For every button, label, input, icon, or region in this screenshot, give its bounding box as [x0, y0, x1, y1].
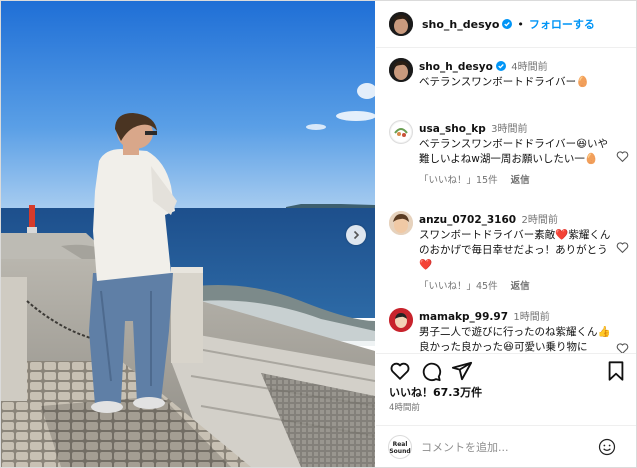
- comment-username[interactable]: anzu_0702_3160: [419, 214, 516, 226]
- add-comment-bar: Real Sound: [376, 425, 636, 467]
- action-icons: [389, 360, 624, 384]
- caption-username[interactable]: sho_h_desyo: [419, 61, 493, 73]
- comment-like-count[interactable]: 「いいね！」15件: [419, 175, 498, 186]
- next-image-button[interactable]: [346, 225, 366, 245]
- emoji-icon[interactable]: [598, 438, 616, 456]
- comment-heart-icon[interactable]: [616, 342, 629, 353]
- post-sidebar: sho_h_desyo • フォローする sho_h_desyo 4時間前 ベテ…: [376, 1, 636, 467]
- bookmark-icon[interactable]: [605, 360, 627, 382]
- comment-time: 2時間前: [521, 215, 558, 226]
- verified-badge-icon: [495, 61, 506, 71]
- share-icon[interactable]: [451, 360, 473, 382]
- avatar[interactable]: [389, 120, 413, 144]
- comment-input[interactable]: [421, 437, 591, 457]
- comment-icon[interactable]: [420, 360, 442, 382]
- post-author-username[interactable]: sho_h_desyo: [422, 18, 499, 31]
- separator-dot: •: [517, 17, 524, 31]
- post-header: sho_h_desyo • フォローする: [376, 1, 636, 48]
- comment-time: 3時間前: [491, 124, 528, 135]
- comment-heart-icon[interactable]: [616, 150, 629, 163]
- avatar[interactable]: [389, 58, 413, 82]
- comment-text: スワンボートドライバー素敵❤️紫耀くんのおかげで毎日幸せだよっ！ありがとう❤️: [419, 229, 611, 271]
- comment-body: usa_sho_kp 3時間前 ベテランスワンボードドライバー😆いや難しいよねw…: [419, 122, 615, 188]
- comment-body: anzu_0702_3160 2時間前 スワンボートドライバー素敵❤️紫耀くんの…: [419, 213, 615, 294]
- comment-body: mamakp_99.97 1時間前 男子二人で遊びに行ったのね紫耀くん👍良かった…: [419, 310, 615, 353]
- comment-text: ベテランスワンボードドライバー😆いや難しいよねw湖一周お願いしたい一🥚: [419, 138, 609, 165]
- comments-list[interactable]: sho_h_desyo 4時間前 ベテランスワンボートドライバー🥚 usa_sh…: [376, 48, 636, 353]
- comment-heart-icon[interactable]: [616, 241, 629, 254]
- comment-meta: 「いいね！」15件 返信: [419, 173, 615, 188]
- heart-icon[interactable]: [389, 360, 411, 382]
- post-photo: [1, 1, 375, 467]
- caption-time: 4時間前: [511, 62, 548, 73]
- realsound-logo: Real Sound: [388, 435, 412, 459]
- comment-username[interactable]: mamakp_99.97: [419, 311, 508, 323]
- verified-badge-icon: [502, 19, 513, 29]
- chevron-right-icon: [353, 230, 360, 240]
- reply-button[interactable]: 返信: [511, 281, 530, 292]
- comment-like-count[interactable]: 「いいね！」45件: [419, 281, 498, 292]
- avatar[interactable]: [389, 211, 413, 235]
- caption-body: sho_h_desyo 4時間前 ベテランスワンボートドライバー🥚: [419, 60, 615, 90]
- comment-meta: 「いいね！」45件 返信: [419, 279, 615, 294]
- follow-button[interactable]: フォローする: [529, 16, 595, 32]
- avatar[interactable]: [389, 308, 413, 332]
- avatar[interactable]: [389, 12, 413, 36]
- post-image: [1, 1, 375, 467]
- comment-time: 1時間前: [513, 312, 550, 323]
- reply-button[interactable]: 返信: [511, 175, 530, 186]
- post-actions: いいね！67.3万件 4時間前 Real Sound: [376, 353, 636, 467]
- instagram-post-embed: sho_h_desyo • フォローする sho_h_desyo 4時間前 ベテ…: [0, 0, 637, 468]
- comment-username[interactable]: usa_sho_kp: [419, 123, 486, 135]
- likes-count[interactable]: いいね！67.3万件: [389, 384, 482, 400]
- comment-text: 男子二人で遊びに行ったのね紫耀くん👍良かった良かった😆可愛い乗り物に: [419, 326, 611, 353]
- posted-time: 4時間前: [389, 403, 420, 413]
- caption-text: ベテランスワンボートドライバー🥚: [419, 76, 590, 88]
